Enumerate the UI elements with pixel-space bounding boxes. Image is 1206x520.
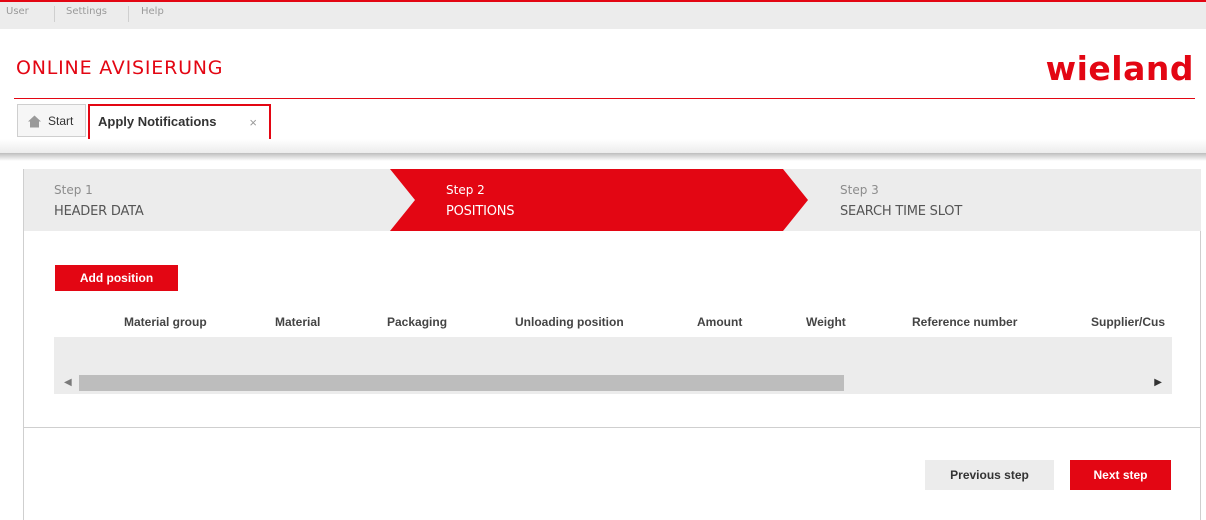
tab-apply-notifications[interactable]: Apply Notifications ×	[88, 104, 271, 140]
column-header[interactable]: Packaging	[387, 315, 447, 329]
tab-active-label: Apply Notifications	[98, 114, 217, 129]
top-menu-bar: User Settings Help	[0, 0, 1206, 29]
tab-start-label: Start	[48, 114, 74, 128]
positions-table-header: Material group Material Packaging Unload…	[54, 309, 1172, 337]
wizard-arrows	[390, 169, 808, 231]
scrollbar-thumb[interactable]	[79, 375, 844, 391]
tab-band	[0, 139, 1206, 153]
step-1-number: Step 1	[54, 183, 93, 197]
main-panel: Step 1 HEADER DATA Step 2 POSITIONS Step…	[23, 169, 1201, 520]
add-position-button[interactable]: Add position	[55, 265, 178, 291]
menu-user[interactable]: User	[6, 6, 29, 17]
header-divider	[14, 98, 1195, 99]
previous-step-button[interactable]: Previous step	[925, 460, 1054, 490]
step-3-name[interactable]: SEARCH TIME SLOT	[840, 204, 962, 219]
step-2-name[interactable]: POSITIONS	[446, 204, 515, 219]
menu-help[interactable]: Help	[141, 6, 164, 17]
positions-table-body	[54, 337, 1172, 372]
section-divider	[24, 427, 1201, 428]
scroll-right-icon[interactable]: ▶	[1154, 377, 1162, 388]
menu-separator	[128, 6, 129, 22]
column-header[interactable]: Unloading position	[515, 315, 624, 329]
company-logo: wieland	[1045, 49, 1194, 88]
column-header[interactable]: Weight	[806, 315, 846, 329]
wizard-steps: Step 1 HEADER DATA Step 2 POSITIONS Step…	[24, 169, 1201, 231]
column-header[interactable]: Material group	[124, 315, 207, 329]
menu-settings[interactable]: Settings	[66, 6, 107, 17]
menu-separator	[54, 6, 55, 22]
column-header[interactable]: Amount	[697, 315, 742, 329]
app-title: ONLINE AVISIERUNG	[16, 57, 224, 79]
column-header[interactable]: Reference number	[912, 315, 1017, 329]
step-3-number: Step 3	[840, 183, 879, 197]
horizontal-scrollbar[interactable]: ◀ ▶	[54, 372, 1172, 394]
scroll-left-icon[interactable]: ◀	[64, 377, 72, 388]
home-icon	[28, 115, 41, 128]
tab-band-shadow	[0, 153, 1206, 161]
active-step-arrow	[390, 169, 808, 231]
close-icon[interactable]: ×	[249, 115, 257, 130]
column-header[interactable]: Material	[275, 315, 320, 329]
step-2-number: Step 2	[446, 183, 485, 197]
step-1-name[interactable]: HEADER DATA	[54, 204, 144, 219]
next-step-button[interactable]: Next step	[1070, 460, 1171, 490]
tab-start[interactable]: Start	[17, 104, 86, 137]
column-header[interactable]: Supplier/Cus	[1091, 315, 1165, 329]
